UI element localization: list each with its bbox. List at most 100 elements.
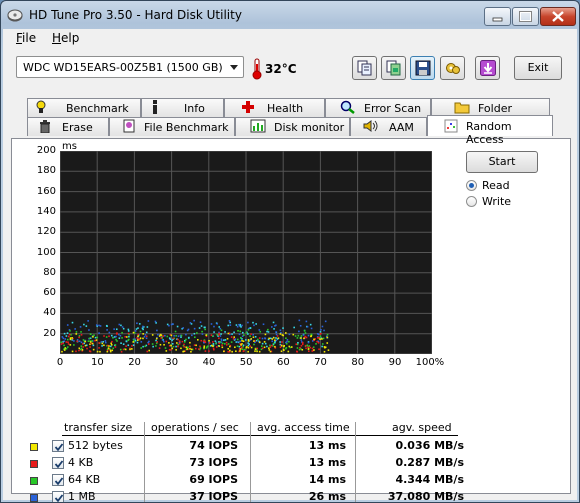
data-point — [240, 343, 242, 346]
data-point — [92, 348, 95, 351]
data-point — [225, 341, 228, 344]
access-time-scatter-plot — [60, 151, 432, 354]
transfer-size-label: 512 bytes — [68, 439, 123, 452]
series-checkbox[interactable] — [52, 440, 64, 452]
data-point — [82, 346, 85, 348]
data-point — [63, 344, 65, 347]
data-point — [171, 339, 173, 342]
copy-info-button[interactable] — [352, 56, 377, 80]
transfer-size-label: 1 MB — [68, 490, 96, 503]
data-point — [155, 337, 158, 340]
start-button[interactable]: Start — [466, 151, 538, 173]
save-button[interactable] — [410, 56, 435, 80]
transfer-size-label: 4 KB — [68, 456, 94, 469]
options-button[interactable] — [440, 56, 465, 80]
series-checkbox[interactable] — [52, 491, 64, 502]
data-point — [223, 350, 225, 353]
data-point — [292, 333, 295, 336]
menu-help[interactable]: Help — [52, 31, 79, 45]
tab-aam-label: AAM — [389, 121, 414, 134]
series-checkbox[interactable] — [52, 474, 64, 486]
tab-aam[interactable]: AAM — [350, 117, 427, 136]
temperature-readout: 32°C — [265, 62, 297, 76]
data-point — [137, 335, 139, 337]
data-point — [213, 325, 215, 328]
data-point — [250, 338, 252, 340]
tab-random-access[interactable]: Random Access — [427, 115, 553, 146]
menu-file[interactable]: File — [16, 31, 36, 45]
data-point — [142, 328, 144, 331]
download-button[interactable] — [475, 56, 500, 80]
data-point — [134, 339, 137, 342]
close-button[interactable] — [540, 7, 576, 26]
tab-file-benchmark[interactable]: File Benchmark — [109, 117, 235, 136]
tab-info[interactable]: Info — [141, 98, 224, 117]
data-point — [321, 343, 324, 345]
data-point — [271, 338, 274, 340]
data-point — [188, 345, 191, 348]
data-point — [300, 339, 303, 341]
minimize-button[interactable] — [484, 7, 511, 26]
data-point — [213, 331, 215, 333]
data-point — [188, 336, 190, 339]
data-point — [204, 328, 206, 331]
write-radio-label: Write — [482, 195, 512, 208]
data-point — [279, 333, 282, 335]
data-point — [115, 328, 118, 331]
tab-benchmark[interactable]: Benchmark — [27, 98, 141, 117]
data-point — [164, 334, 166, 337]
series-color-swatch — [30, 477, 38, 485]
data-point — [261, 337, 264, 340]
data-point — [326, 342, 329, 344]
data-point — [132, 331, 135, 334]
drive-select[interactable]: WDC WD15EARS-00Z5B1 (1500 GB) — [16, 56, 244, 78]
tab-health[interactable]: Health — [224, 98, 325, 117]
exit-button[interactable]: Exit — [514, 56, 562, 80]
data-point — [71, 350, 74, 353]
data-point — [73, 340, 75, 342]
tab-disk-monitor[interactable]: Disk monitor — [235, 117, 350, 136]
data-point — [305, 347, 307, 350]
copy-screenshot-button[interactable] — [381, 56, 406, 80]
write-radio[interactable]: Write — [466, 195, 546, 209]
read-radio[interactable]: Read — [466, 179, 546, 193]
data-point — [319, 333, 322, 335]
data-point — [147, 343, 150, 345]
data-point — [247, 321, 249, 324]
data-point — [247, 346, 250, 349]
data-point — [62, 337, 65, 340]
title-bar[interactable]: HD Tune Pro 3.50 - Hard Disk Utility — [1, 1, 579, 29]
x-tick-label: 0 — [56, 357, 64, 368]
data-point — [193, 327, 196, 330]
tab-error-scan[interactable]: Error Scan — [325, 98, 431, 117]
data-point — [254, 350, 256, 352]
data-point — [193, 319, 195, 322]
data-point — [183, 340, 186, 343]
series-checkbox[interactable] — [52, 457, 64, 469]
data-point — [323, 350, 326, 353]
data-point — [63, 332, 66, 335]
data-point — [171, 347, 174, 350]
data-point — [197, 338, 199, 341]
data-point — [200, 325, 203, 327]
data-point — [96, 350, 99, 353]
data-point — [159, 343, 162, 346]
data-point — [105, 336, 108, 338]
data-point — [142, 345, 144, 348]
data-point — [177, 335, 180, 337]
data-point — [176, 342, 178, 344]
data-point — [279, 329, 282, 332]
data-point — [166, 335, 169, 338]
data-point — [131, 348, 133, 350]
data-point — [162, 335, 164, 337]
data-point — [242, 345, 244, 348]
maximize-button[interactable] — [512, 7, 539, 26]
data-point — [249, 327, 252, 329]
data-point — [227, 343, 230, 345]
file-benchmark-icon — [123, 119, 135, 133]
data-point — [143, 336, 146, 338]
data-point — [142, 325, 144, 328]
data-point — [125, 340, 128, 342]
data-point — [180, 334, 183, 337]
tab-erase[interactable]: Erase — [27, 117, 109, 136]
